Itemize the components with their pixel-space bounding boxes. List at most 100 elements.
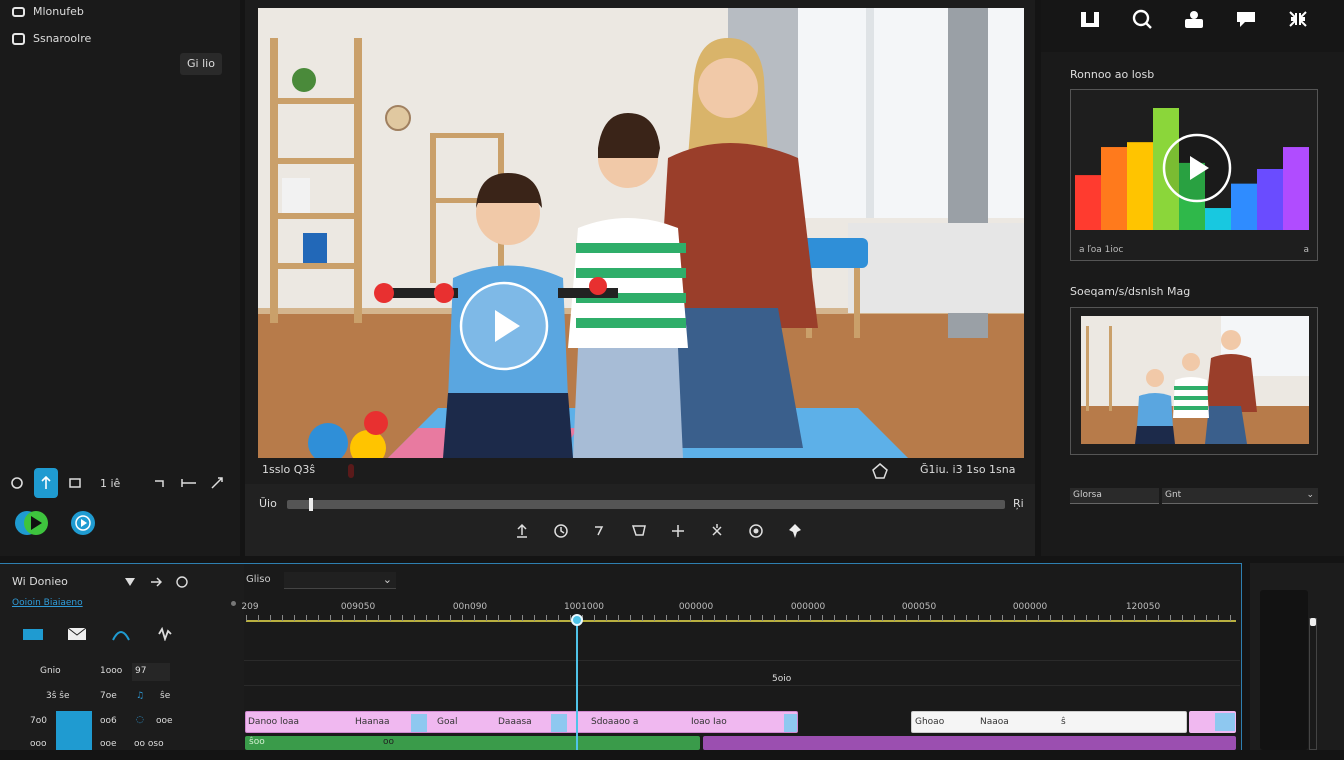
- video-track-icon[interactable]: [22, 623, 44, 645]
- playhead-handle[interactable]: [571, 614, 583, 626]
- audio-track-icon[interactable]: [110, 623, 132, 645]
- audio-wave-icon[interactable]: ♫: [136, 691, 144, 701]
- thumbnail-card[interactable]: [1070, 307, 1318, 455]
- trim-icon[interactable]: [150, 472, 172, 494]
- clip-marker: [551, 714, 567, 732]
- transport-time: 1 iê: [100, 476, 121, 490]
- clip-purple[interactable]: [703, 736, 1236, 750]
- track-header-row: ooo ooe oo oso: [0, 736, 244, 760]
- chart-bar-1: [1075, 175, 1101, 230]
- columns-icon[interactable]: [1079, 8, 1101, 30]
- preview-image[interactable]: [258, 8, 1024, 458]
- clip-label: Ioao Iao: [691, 717, 727, 727]
- media-item-label: Ssnaroolre: [33, 32, 92, 45]
- chart-bar-6: [1205, 208, 1231, 230]
- ripple-icon[interactable]: [178, 472, 200, 494]
- clip-pink-end[interactable]: [1189, 711, 1236, 733]
- ruler-label: 1001000: [563, 602, 605, 612]
- track-cell: Gnio: [40, 666, 61, 676]
- timecode-left: 1sslo Q3ŝ: [262, 463, 316, 476]
- mail-icon[interactable]: [66, 623, 88, 645]
- clip-label: Haanaa: [355, 717, 390, 727]
- preview-toolbar: [511, 520, 806, 542]
- link-icon[interactable]: [148, 574, 164, 590]
- track-toggle[interactable]: [56, 736, 92, 750]
- fx-icon[interactable]: [154, 623, 176, 645]
- pin-icon[interactable]: [784, 520, 806, 542]
- effects-icon[interactable]: [745, 520, 767, 542]
- crop-icon[interactable]: [64, 472, 86, 494]
- crop-tool-icon[interactable]: [628, 520, 650, 542]
- filter-badge[interactable]: Gi lio: [180, 53, 222, 75]
- center-label: 5oio: [772, 674, 792, 684]
- left-transport: 1 iê: [0, 460, 240, 556]
- inspector-panel: Ronnoo ao losb a ľoa 1ioc a Soeqam/s/dsn…: [1041, 0, 1344, 556]
- chart-bar-2: [1101, 147, 1127, 230]
- ruler-label: 00n090: [452, 602, 488, 612]
- chevron-down-icon: ⌄: [382, 573, 392, 586]
- clock-icon[interactable]: [174, 574, 190, 590]
- folder-icon: [12, 6, 25, 17]
- marker-icon[interactable]: [871, 462, 889, 480]
- media-item-1[interactable]: Mlonufeb: [12, 5, 84, 18]
- select-tool-icon[interactable]: [34, 468, 58, 498]
- scroll-thumb[interactable]: [1310, 618, 1316, 626]
- clip-marker: [411, 714, 427, 732]
- play-button[interactable]: [14, 510, 50, 536]
- preview-panel: 1sslo Q3ŝ Ğ1iu. i3 1so 1sna Ŭio Ŗi: [245, 0, 1035, 556]
- loop-button[interactable]: [70, 510, 96, 536]
- collapse-icon[interactable]: [1287, 8, 1309, 30]
- transform-icon[interactable]: [589, 520, 611, 542]
- clip-label: ŝ: [1061, 717, 1066, 727]
- vertical-scrollbar[interactable]: [1309, 618, 1317, 750]
- chart-play-button[interactable]: [1161, 132, 1233, 204]
- clip-white[interactable]: Ghoao Naaoa ŝ: [911, 711, 1187, 733]
- clip-label: Sdoaaoo a: [591, 717, 639, 727]
- media-item-label: Mlonufeb: [33, 5, 84, 18]
- timeline-title: Wi Donieo: [12, 575, 68, 588]
- media-panel: Mlonufeb Ssnaroolre Gi lio: [0, 0, 240, 460]
- audio-chart-card[interactable]: a ľoa 1ioc a: [1070, 89, 1318, 261]
- preview-scene: [258, 8, 1024, 458]
- razor-icon[interactable]: [206, 472, 228, 494]
- scrub-bar[interactable]: [287, 500, 1005, 509]
- clip-green[interactable]: ŝoo oo: [245, 736, 700, 750]
- track-lane: [244, 660, 1240, 661]
- refresh-icon[interactable]: [6, 472, 28, 494]
- add-icon[interactable]: [667, 520, 689, 542]
- settings-dot: [231, 601, 236, 606]
- rotate-icon[interactable]: [550, 520, 572, 542]
- track-cell[interactable]: 97: [132, 663, 170, 681]
- search-icon[interactable]: [1131, 8, 1153, 30]
- ruler-label: 000000: [678, 602, 714, 612]
- dropdown-1[interactable]: Glorsa: [1070, 488, 1159, 504]
- timecode-right: Ğ1iu. i3 1so 1sna: [920, 463, 1016, 476]
- user-icon[interactable]: [1183, 8, 1205, 30]
- export-icon[interactable]: [511, 520, 533, 542]
- inspector-toolbar: [1041, 0, 1344, 52]
- timeline-dropdown[interactable]: ⌄: [284, 572, 396, 589]
- clip-label: Goal: [437, 717, 458, 727]
- scrub-handle[interactable]: [309, 498, 313, 511]
- link-icon[interactable]: ◌: [136, 715, 144, 725]
- clip-label: ŝoo: [249, 737, 265, 747]
- track-toggle[interactable]: [56, 711, 92, 737]
- snap-icon[interactable]: [122, 574, 138, 590]
- dropdown-1-value: Glorsa: [1073, 490, 1102, 500]
- timeline-subtitle: Ooioin Biaiaeno: [12, 598, 83, 608]
- scrub-start-label: Ŭio: [259, 497, 277, 510]
- audio-meter: [1260, 590, 1308, 750]
- magic-icon[interactable]: [706, 520, 728, 542]
- media-item-2[interactable]: Ssnaroolre: [12, 32, 91, 45]
- chat-icon[interactable]: [1235, 8, 1257, 30]
- track-cell: ŝe: [160, 691, 171, 701]
- chevron-down-icon: ⌄: [1306, 490, 1314, 500]
- dropdown-2[interactable]: Gnt ⌄: [1162, 488, 1318, 504]
- clip-pink[interactable]: Danoo loaa Haanaa Goal Daaasa Sdoaaoo a …: [245, 711, 798, 733]
- ruler-label: 000000: [1012, 602, 1048, 612]
- clip-label: oo: [383, 737, 395, 747]
- track-cell: 3ŝ ŝe: [46, 691, 70, 701]
- track-cell: ooe: [100, 739, 117, 749]
- clip-label: Danoo loaa: [248, 717, 300, 727]
- ruler-label: 009050: [340, 602, 376, 612]
